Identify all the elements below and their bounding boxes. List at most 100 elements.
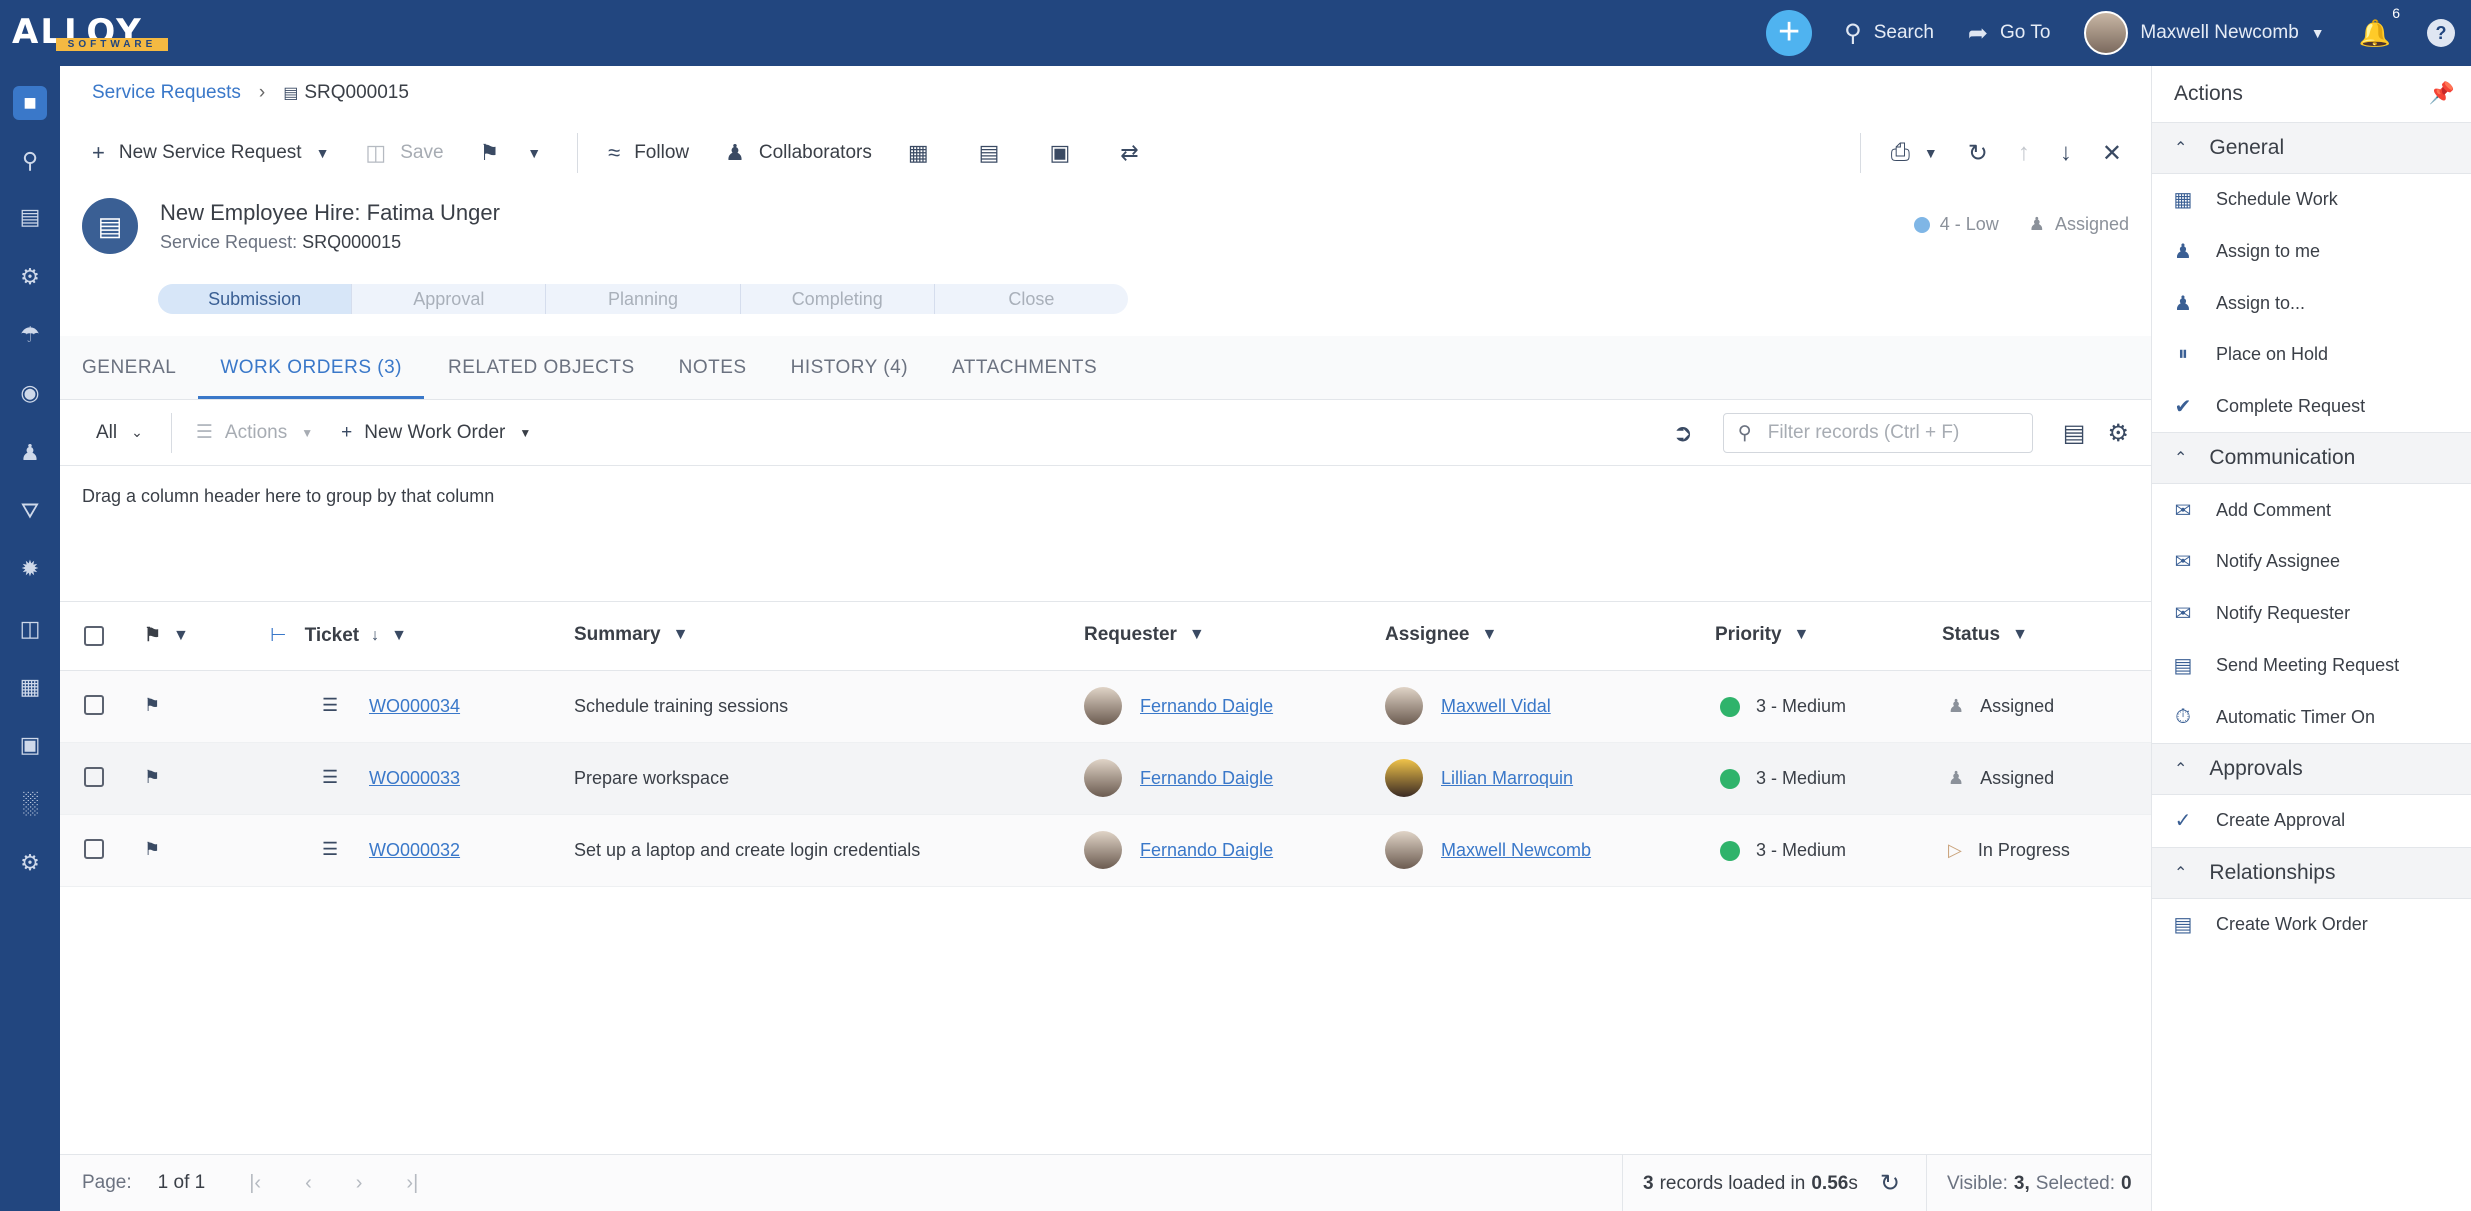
list-view-icon[interactable]: ▤ xyxy=(2063,419,2086,448)
refresh-icon[interactable]: ↻ xyxy=(1880,1169,1900,1198)
assignee-column-header[interactable]: Assignee ▼ xyxy=(1385,624,1497,646)
action-assign-to-me[interactable]: ♟ Assign to me xyxy=(2152,226,2471,278)
tab-related-objects[interactable]: RELATED OBJECTS xyxy=(448,357,655,399)
filter-icon[interactable]: ▼ xyxy=(1189,626,1205,644)
sort-down-icon[interactable]: ↓ xyxy=(371,627,379,645)
assignee-link[interactable]: Lillian Marroquin xyxy=(1441,768,1573,789)
last-page-icon[interactable]: ›| xyxy=(406,1172,418,1195)
inventory-icon[interactable]: ◫ xyxy=(13,612,47,646)
folder-icon[interactable]: ■ xyxy=(13,86,47,120)
arrow-down-icon[interactable]: ↓ xyxy=(2060,139,2072,167)
table-row[interactable]: ⚑ ☰ WO000034 Schedule training sessions … xyxy=(60,671,2151,743)
new-work-order-button[interactable]: + New Work Order ▼ xyxy=(341,422,531,444)
row-menu-icon[interactable]: ☰ xyxy=(322,839,338,860)
print-icon[interactable]: ⎙ xyxy=(1891,139,1910,167)
new-service-request-button[interactable]: + New Service Request ▼ xyxy=(92,140,329,166)
tab-work-orders[interactable]: WORK ORDERS (3) xyxy=(198,357,424,399)
row-checkbox[interactable] xyxy=(84,695,104,715)
prev-page-icon[interactable]: ‹ xyxy=(305,1172,312,1195)
row-menu-icon[interactable]: ☰ xyxy=(322,767,338,788)
pin-icon[interactable]: 📌 xyxy=(2429,82,2455,106)
dashboard-icon[interactable]: ◉ xyxy=(13,376,47,410)
save-button[interactable]: ◫ Save xyxy=(365,140,443,166)
table-row[interactable]: ⚑ ☰ WO000033 Prepare workspace Fernando … xyxy=(60,743,2151,815)
view-selector[interactable]: All ⌄ xyxy=(96,422,143,444)
action-automatic-timer[interactable]: ⏱ Automatic Timer On xyxy=(2152,691,2471,743)
flag-column-header[interactable]: ⚑ ▼ xyxy=(144,624,189,647)
section-general[interactable]: ⌃ General xyxy=(2152,122,2471,174)
filter-input[interactable]: ⚲ Filter records (Ctrl + F) xyxy=(1722,413,2033,453)
help-icon[interactable]: ? xyxy=(2427,19,2455,47)
arrow-up-icon[interactable]: ↑ xyxy=(2018,139,2030,167)
row-menu-icon[interactable]: ☰ xyxy=(322,695,338,716)
transfer-button[interactable]: ▦ xyxy=(908,140,943,166)
action-create-work-order[interactable]: ▤ Create Work Order xyxy=(2152,899,2471,951)
breadcrumb-parent[interactable]: Service Requests xyxy=(92,82,241,104)
requester-column-header[interactable]: Requester ▼ xyxy=(1084,624,1205,646)
flag-icon[interactable]: ⚑ xyxy=(144,839,160,860)
caret-down-icon[interactable]: ▼ xyxy=(1924,145,1938,161)
filter-icon[interactable]: ▼ xyxy=(673,626,689,644)
notifications-button[interactable]: 🔔 6 xyxy=(2359,3,2405,49)
flag-menu-button[interactable]: ⚑ ▼ xyxy=(480,140,542,166)
table-row[interactable]: ⚑ ☰ WO000032 Set up a laptop and create … xyxy=(60,815,2151,887)
assignee-link[interactable]: Maxwell Newcomb xyxy=(1441,840,1591,861)
tab-attachments[interactable]: ATTACHMENTS xyxy=(952,357,1117,399)
ticket-link[interactable]: WO000034 xyxy=(369,696,460,717)
cart-icon[interactable]: ⛛ xyxy=(13,494,47,528)
follow-button[interactable]: ≈ Follow xyxy=(608,140,689,166)
assets-icon[interactable]: ☂ xyxy=(13,318,47,352)
section-relationships[interactable]: ⌃ Relationships xyxy=(2152,846,2471,899)
requester-link[interactable]: Fernando Daigle xyxy=(1140,696,1273,717)
action-schedule-work[interactable]: ▦ Schedule Work xyxy=(2152,174,2471,226)
filter-icon[interactable]: ▼ xyxy=(391,627,407,645)
search-nav-icon[interactable]: ⚲ xyxy=(13,144,47,178)
priority-column-header[interactable]: Priority ▼ xyxy=(1715,624,1809,646)
filter-icon[interactable]: ▼ xyxy=(173,627,189,645)
requester-link[interactable]: Fernando Daigle xyxy=(1140,840,1273,861)
workflow-button[interactable]: ⇄ xyxy=(1120,140,1152,166)
settings-icon[interactable]: ⚙ xyxy=(13,846,47,880)
action-add-comment[interactable]: ✉ Add Comment xyxy=(2152,484,2471,536)
refresh-icon[interactable]: ↻ xyxy=(1968,139,1988,168)
clipboard-button[interactable]: ▣ xyxy=(1049,140,1084,166)
goto-button[interactable]: ➦ Go To xyxy=(1968,19,2050,48)
filter-icon[interactable]: ▼ xyxy=(2012,626,2028,644)
section-communication[interactable]: ⌃ Communication xyxy=(2152,432,2471,485)
ticket-link[interactable]: WO000033 xyxy=(369,768,460,789)
flag-icon[interactable]: ⚑ xyxy=(144,695,160,716)
export-icon[interactable]: ➲ xyxy=(1673,419,1693,448)
merge-button[interactable]: ▤ xyxy=(979,140,1014,166)
flag-icon[interactable]: ⚑ xyxy=(144,767,160,788)
collaborators-button[interactable]: ♟ Collaborators xyxy=(725,140,872,166)
section-approvals[interactable]: ⌃ Approvals xyxy=(2152,742,2471,795)
action-send-meeting-request[interactable]: ▤ Send Meeting Request xyxy=(2152,640,2471,692)
alloy-logo[interactable]: ALLOY SOFTWARE xyxy=(12,10,168,54)
close-icon[interactable]: ✕ xyxy=(2102,139,2122,168)
tab-general[interactable]: GENERAL xyxy=(82,357,196,399)
tab-history[interactable]: HISTORY (4) xyxy=(791,357,928,399)
row-checkbox[interactable] xyxy=(84,839,104,859)
assignee-link[interactable]: Maxwell Vidal xyxy=(1441,696,1551,717)
filter-icon[interactable]: ▼ xyxy=(1794,626,1810,644)
action-notify-assignee[interactable]: ✉ Notify Assignee xyxy=(2152,536,2471,588)
action-complete-request[interactable]: ✔ Complete Request xyxy=(2152,381,2471,433)
building-icon[interactable]: ▦ xyxy=(13,670,47,704)
grid-actions-menu[interactable]: ☰ Actions ▼ xyxy=(196,421,313,444)
documents-icon[interactable]: ▣ xyxy=(13,728,47,762)
row-checkbox[interactable] xyxy=(84,767,104,787)
reports-icon[interactable]: ░ xyxy=(13,786,47,820)
ticket-link[interactable]: WO000032 xyxy=(369,840,460,861)
gear-icon[interactable]: ⚙ xyxy=(2107,419,2129,448)
ticket-column-header[interactable]: ⊢ Ticket ↓ ▼ xyxy=(270,624,407,647)
summary-column-header[interactable]: Summary ▼ xyxy=(574,624,688,646)
global-add-button[interactable]: + xyxy=(1766,10,1813,56)
tab-notes[interactable]: NOTES xyxy=(679,357,767,399)
action-create-approval[interactable]: ✓ Create Approval xyxy=(2152,795,2471,847)
user-menu[interactable]: Maxwell Newcomb ▼ xyxy=(2084,11,2325,55)
service-icon[interactable]: ⚙ xyxy=(13,260,47,294)
filter-icon[interactable]: ▼ xyxy=(1481,626,1497,644)
virus-icon[interactable]: ✹ xyxy=(13,552,47,586)
search-button[interactable]: ⚲ Search xyxy=(1844,19,1934,48)
action-place-on-hold[interactable]: ⏸ Place on Hold xyxy=(2152,329,2471,381)
